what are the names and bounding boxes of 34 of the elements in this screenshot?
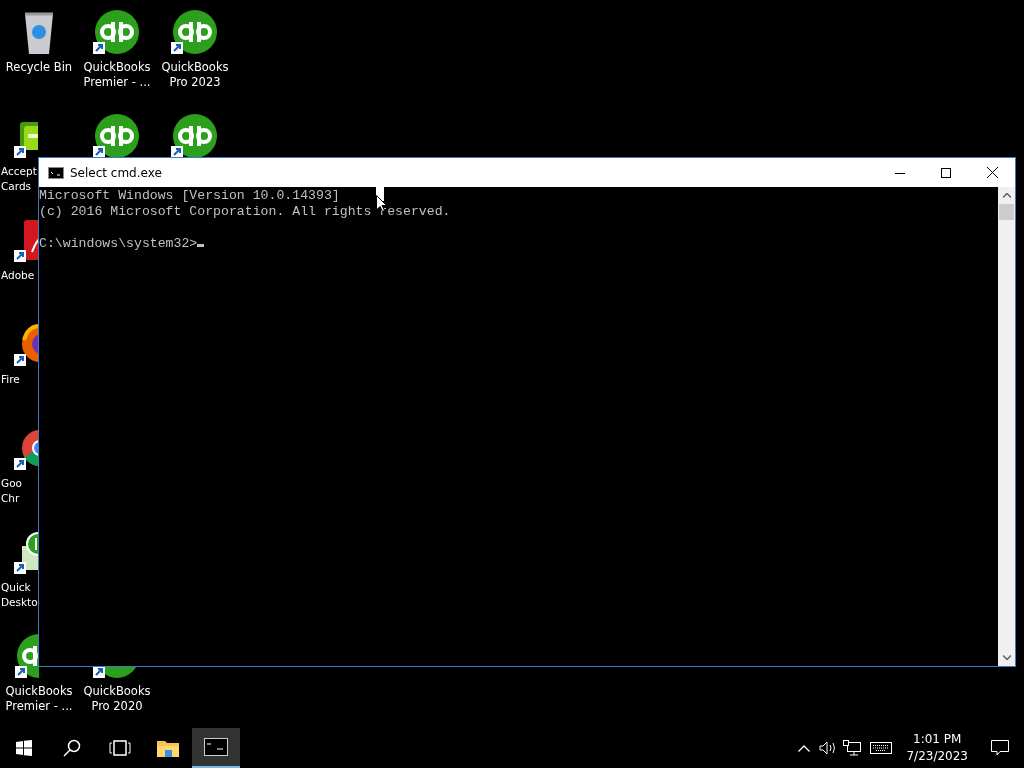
shortcut-icon[interactable] [93,112,141,160]
clock-date: 7/23/2023 [906,748,968,765]
folder-icon [157,739,179,757]
task-view-icon [109,740,131,756]
shortcut-icon[interactable] [93,8,141,56]
clock-time: 1:01 PM [913,731,962,748]
icon-label: Recycle Bin [5,60,73,75]
shortcut-icon[interactable] [171,8,219,56]
console-line: (c) 2016 Microsoft Corporation. All rights reserved. [39,204,451,220]
console-icon [48,166,64,179]
maximize-icon [941,167,951,178]
shortcut-icon[interactable] [171,112,219,160]
console-taskbar-button[interactable] [192,728,240,768]
clock[interactable]: 1:01 PM 7/23/2023 [898,731,976,765]
icon-label: Adobe [0,268,35,283]
console-icon [204,738,228,756]
icon-label: Accept Cards [0,164,37,194]
scrollbar-thumb[interactable] [999,204,1014,220]
icon-label: QuickBooks Pro 2020 [83,684,151,714]
window-title: Select cmd.exe [70,165,163,180]
scroll-down-icon[interactable] [1002,655,1011,660]
scrollbar[interactable] [998,187,1015,666]
console-line: Microsoft Windows [Version 10.0.14393] [39,188,340,204]
close-icon [986,167,998,178]
windows-logo-icon [16,740,32,756]
scroll-up-icon[interactable] [1002,193,1011,198]
icon-label: Fire [0,372,20,387]
icon-label: Quick Deskto [0,580,38,610]
search-icon [63,739,81,757]
icon-label: QuickBooks Premier - ... [83,60,151,90]
icon-label: Goo Chr [0,476,22,506]
command-prompt: C:\windows\system32> [39,236,205,252]
icon-label: QuickBooks Premier - ... [5,684,73,714]
icon-label: QuickBooks Pro 2023 [161,60,229,90]
